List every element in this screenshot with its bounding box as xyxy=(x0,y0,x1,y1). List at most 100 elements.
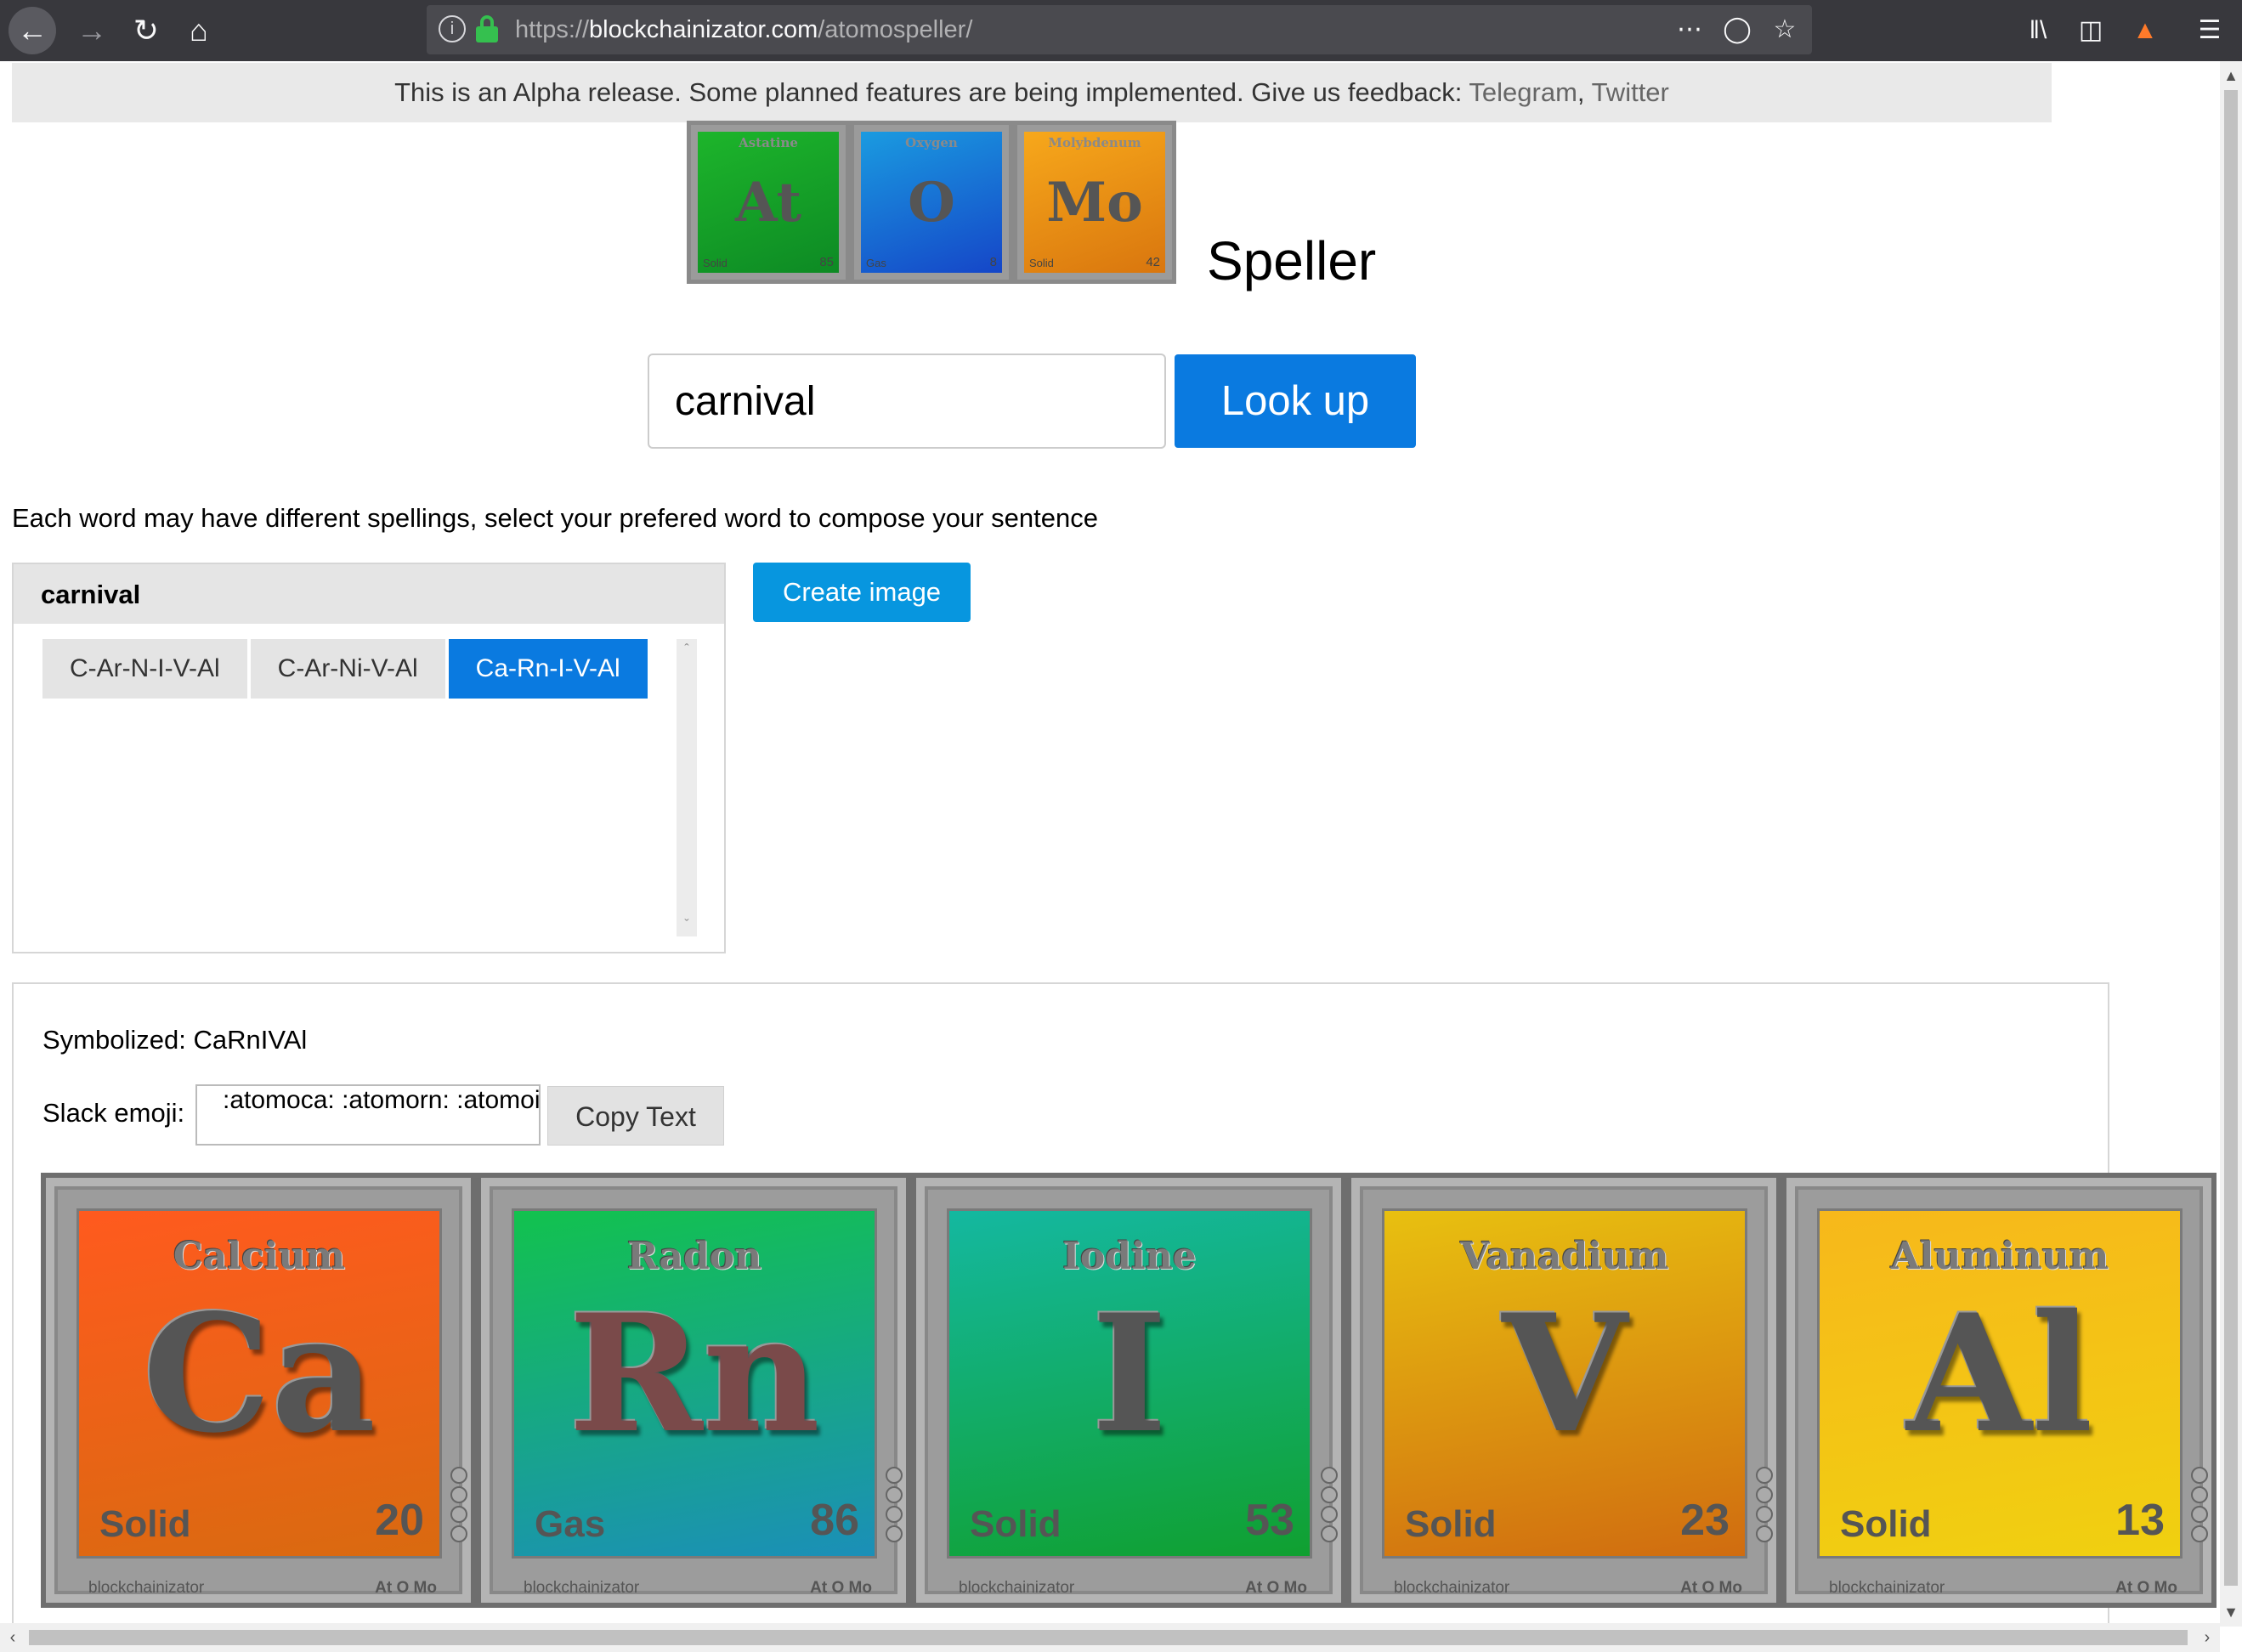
url-text[interactable]: https://blockchainizator.com/atomospelle… xyxy=(515,16,972,44)
twitter-link[interactable]: Twitter xyxy=(1592,77,1669,107)
tile-footer-left: blockchainizator xyxy=(88,1579,205,1597)
atomo-logo: Astatine At Solid 85 Oxygen O Gas 8 Moly… xyxy=(687,121,1176,284)
element-number: 53 xyxy=(1245,1496,1294,1545)
spelling-option[interactable]: Ca-Rn-I-V-Al xyxy=(448,639,648,699)
element-tile-face: Vanadium V Solid 23 xyxy=(1382,1208,1747,1559)
tile-decoration xyxy=(450,1467,469,1545)
logo-element-symbol: At xyxy=(734,171,802,235)
tile-footer-right: At O Mo xyxy=(810,1579,872,1597)
instructions-text: Each word may have different spellings, … xyxy=(12,503,1098,533)
tile-footer-left: blockchainizator xyxy=(959,1579,1075,1597)
element-number: 20 xyxy=(375,1496,424,1545)
tile-footer-left: blockchainizator xyxy=(1394,1579,1510,1597)
pocket-icon[interactable]: ◯ xyxy=(1720,14,1754,46)
scroll-right-icon[interactable]: › xyxy=(2194,1623,2220,1652)
element-name: Iodine xyxy=(1062,1235,1197,1278)
element-tile-face: Iodine I Solid 53 xyxy=(947,1208,1312,1559)
logo-element-name: Oxygen xyxy=(905,135,958,150)
element-tile: Vanadium V Solid 23 blockchainizator At … xyxy=(1346,1173,1781,1608)
tile-footer-right: At O Mo xyxy=(1245,1579,1307,1597)
element-symbol: Rn xyxy=(568,1279,821,1468)
lock-icon[interactable] xyxy=(476,15,498,42)
scroll-down-icon[interactable]: ▼ xyxy=(2220,1601,2242,1623)
bookmark-star-icon[interactable]: ☆ xyxy=(1768,14,1802,46)
word-search-input[interactable] xyxy=(648,354,1166,449)
tile-footer-left: blockchainizator xyxy=(524,1579,640,1597)
element-phase: Solid xyxy=(1840,1503,1932,1545)
logo-tile-face: Astatine At Solid 85 xyxy=(698,132,839,273)
logo-tile-face: Molybdenum Mo Solid 42 xyxy=(1024,132,1165,273)
word-spellings-panel: carnival C-Ar-N-I-V-Al C-Ar-Ni-V-Al Ca-Rn-… xyxy=(12,563,726,953)
logo-element-name: Molybdenum xyxy=(1048,135,1141,150)
telegram-link[interactable]: Telegram xyxy=(1469,77,1577,107)
element-number: 23 xyxy=(1680,1496,1730,1545)
url-path: /atomospeller/ xyxy=(818,16,973,43)
extension-icon[interactable]: ▲ xyxy=(2126,12,2164,49)
element-phase: Solid xyxy=(99,1503,191,1545)
tile-decoration xyxy=(1756,1467,1775,1545)
element-tile: Calcium Ca Solid 20 blockchainizator At … xyxy=(41,1173,476,1608)
copy-text-button[interactable]: Copy Text xyxy=(547,1086,724,1146)
forward-icon[interactable]: → xyxy=(68,7,116,54)
element-tile: Aluminum Al Solid 13 blockchainizator At… xyxy=(1781,1173,2217,1608)
url-scheme: https:// xyxy=(515,16,590,43)
page-vertical-scrollbar[interactable]: ▲ ▼ xyxy=(2220,61,2242,1627)
element-tiles: Calcium Ca Solid 20 blockchainizator At … xyxy=(41,1173,2220,1608)
create-image-button[interactable]: Create image xyxy=(753,563,971,622)
tile-footer-right: At O Mo xyxy=(1680,1579,1742,1597)
logo-element-number: 42 xyxy=(1146,255,1160,269)
logo-element-number: 8 xyxy=(989,255,997,269)
page-title: Speller xyxy=(1207,230,1377,291)
logo-tile: Astatine At Solid 85 xyxy=(687,121,850,284)
word-panel-title: carnival xyxy=(14,564,724,624)
sidebar-icon[interactable]: ◫ xyxy=(2072,12,2109,49)
element-symbol: V xyxy=(1502,1279,1628,1468)
logo-tile: Molybdenum Mo Solid 42 xyxy=(1013,121,1176,284)
banner-text: This is an Alpha release. Some planned f… xyxy=(394,77,1469,107)
back-icon[interactable]: ← xyxy=(8,7,56,54)
more-icon[interactable]: ⋯ xyxy=(1673,14,1707,46)
element-tile: Iodine I Solid 53 blockchainizator At O … xyxy=(911,1173,1346,1608)
element-phase: Solid xyxy=(1405,1503,1497,1545)
library-icon[interactable]: ‖\ xyxy=(2019,12,2057,49)
banner-separator: , xyxy=(1577,77,1592,107)
tile-footer-right: At O Mo xyxy=(2115,1579,2177,1597)
element-phase: Gas xyxy=(535,1503,606,1545)
page-horizontal-scrollbar[interactable]: ‹ › xyxy=(0,1623,2220,1652)
logo-element-phase: Solid xyxy=(703,257,728,269)
element-name: Radon xyxy=(626,1235,762,1278)
reload-icon[interactable]: ↻ xyxy=(122,7,170,54)
element-name: Vanadium xyxy=(1460,1235,1669,1278)
spelling-option[interactable]: C-Ar-N-I-V-Al xyxy=(42,639,247,699)
logo-element-symbol: O xyxy=(908,171,955,235)
scroll-up-icon[interactable]: ˆ xyxy=(677,642,697,658)
scroll-left-icon[interactable]: ‹ xyxy=(0,1623,25,1652)
scroll-thumb[interactable] xyxy=(2224,90,2238,1586)
browser-toolbar: ← → ↻ ⌂ i https://blockchainizator.com/a… xyxy=(0,0,2242,61)
element-tile: Radon Rn Gas 86 blockchainizator At O Mo xyxy=(476,1173,911,1608)
info-icon[interactable]: i xyxy=(439,15,466,42)
logo-element-number: 85 xyxy=(819,255,834,269)
element-name: Calcium xyxy=(173,1235,346,1278)
element-name: Aluminum xyxy=(1890,1235,2109,1278)
logo-element-symbol: Mo xyxy=(1046,171,1143,235)
element-tile-face: Radon Rn Gas 86 xyxy=(512,1208,877,1559)
tile-decoration xyxy=(2191,1467,2210,1545)
slack-emoji-label: Slack emoji: xyxy=(42,1098,185,1128)
menu-icon[interactable]: ☰ xyxy=(2191,12,2228,49)
spelling-option[interactable]: C-Ar-Ni-V-Al xyxy=(250,639,445,699)
element-tile-face: Aluminum Al Solid 13 xyxy=(1817,1208,2183,1559)
address-bar[interactable]: i https://blockchainizator.com/atomospel… xyxy=(427,5,1812,54)
spelling-options: C-Ar-N-I-V-Al C-Ar-Ni-V-Al Ca-Rn-I-V-Al xyxy=(42,639,651,699)
scroll-down-icon[interactable]: ˇ xyxy=(677,918,697,933)
slack-emoji-field[interactable]: :atomoca: :atomorn: :atomoi: :atomov: :a… xyxy=(195,1084,541,1146)
look-up-button[interactable]: Look up xyxy=(1175,354,1416,448)
home-icon[interactable]: ⌂ xyxy=(175,7,223,54)
tile-decoration xyxy=(886,1467,904,1545)
panel-scrollbar[interactable]: ˆ ˇ xyxy=(677,639,697,936)
logo-element-phase: Solid xyxy=(1029,257,1054,269)
alpha-banner: This is an Alpha release. Some planned f… xyxy=(12,63,2052,122)
tile-footer-left: blockchainizator xyxy=(1829,1579,1945,1597)
scroll-thumb[interactable] xyxy=(29,1630,2188,1645)
scroll-up-icon[interactable]: ▲ xyxy=(2220,65,2242,87)
